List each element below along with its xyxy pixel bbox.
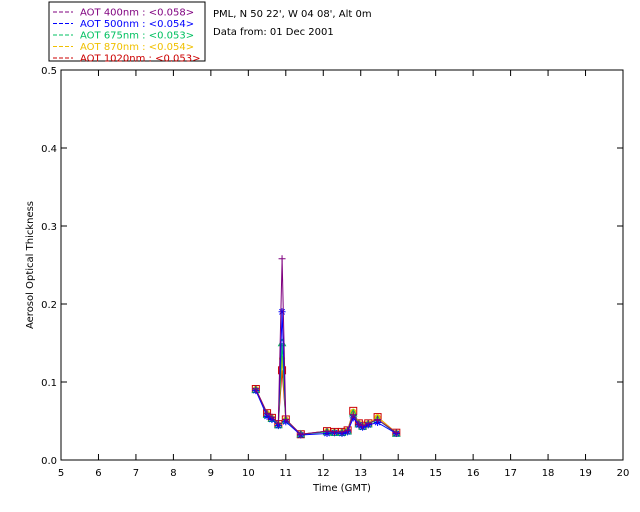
x-tick-label: 8 — [170, 468, 176, 479]
y-axis: 0.0 0.1 0.2 0.3 0.4 0.5 — [41, 66, 623, 467]
x-tick-label: 20 — [617, 468, 630, 479]
x-tick-label: 9 — [208, 468, 214, 479]
x-tick-label: 7 — [133, 468, 139, 479]
legend-label: AOT 675nm : <0.053> — [80, 31, 194, 42]
plot-series — [251, 255, 401, 439]
plot-frame — [60, 69, 624, 461]
x-tick-label: 10 — [242, 468, 255, 479]
series-4 — [251, 366, 401, 439]
x-tick-label: 15 — [429, 468, 442, 479]
data-point — [278, 308, 286, 316]
series-line — [255, 258, 397, 435]
data-date: Data from: 01 Dec 2001 — [213, 27, 334, 38]
legend-label: AOT 1020nm : <0.053> — [80, 54, 200, 65]
legend: AOT 400nm : <0.058>AOT 500nm : <0.054>AO… — [48, 1, 206, 65]
series-0 — [252, 255, 400, 438]
y-tick-label: 0.5 — [41, 66, 57, 77]
legend-label: AOT 500nm : <0.054> — [80, 19, 194, 30]
y-tick-label: 0.1 — [41, 378, 57, 389]
legend-label: AOT 400nm : <0.058> — [80, 8, 194, 19]
x-tick-label: 17 — [504, 468, 517, 479]
x-tick-label: 6 — [95, 468, 101, 479]
legend-label: AOT 870nm : <0.054> — [80, 42, 194, 53]
y-tick-label: 0.2 — [41, 300, 57, 311]
x-tick-label: 12 — [317, 468, 330, 479]
y-tick-label: 0.4 — [41, 144, 57, 155]
x-tick-label: 13 — [354, 468, 367, 479]
x-tick-label: 11 — [279, 468, 292, 479]
y-axis-title: Aerosol Optical Thickness — [25, 201, 36, 329]
x-tick-label: 5 — [58, 468, 64, 479]
x-tick-label: 18 — [542, 468, 555, 479]
y-tick-label: 0.0 — [41, 456, 57, 467]
aot-chart: AOT 400nm : <0.058>AOT 500nm : <0.054>AO… — [25, 1, 630, 494]
x-tick-label: 19 — [579, 468, 592, 479]
station-info: PML, N 50 22', W 04 08', Alt 0m — [213, 9, 372, 20]
x-tick-label: 16 — [467, 468, 480, 479]
y-tick-label: 0.3 — [41, 222, 57, 233]
x-axis: 5 6 7 8 9 10 11 12 13 14 15 16 17 18 19 20 — [58, 70, 630, 479]
x-axis-title: Time (GMT) — [312, 483, 371, 494]
data-point — [278, 255, 286, 263]
x-tick-label: 14 — [392, 468, 405, 479]
